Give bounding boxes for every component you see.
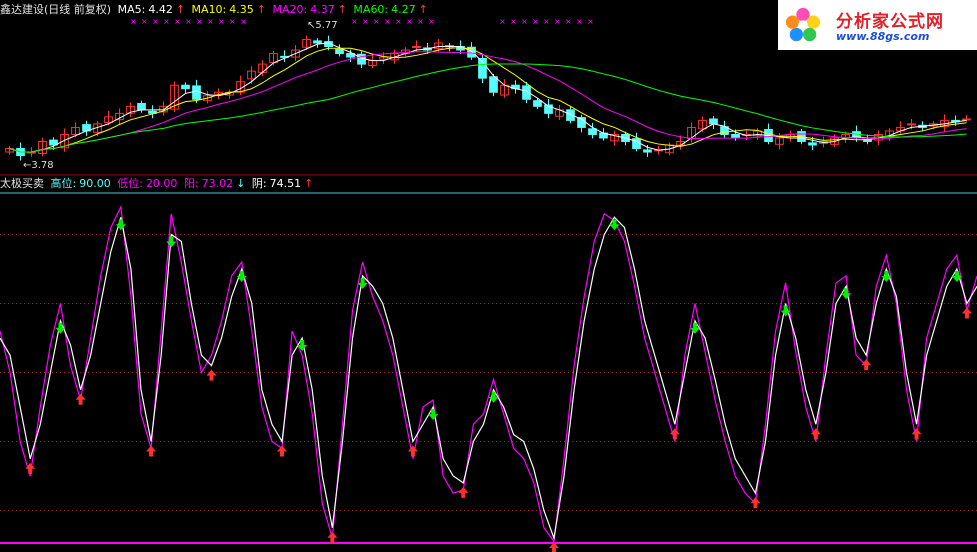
signal-marker: ×	[395, 17, 402, 26]
signal-marker: ×	[240, 17, 247, 26]
signal-marker: ×	[543, 17, 550, 26]
indicator-name: 太极买卖	[0, 177, 44, 190]
sell-arrow-icon	[297, 340, 308, 351]
candle-body	[335, 48, 344, 55]
buy-arrow-icon	[277, 445, 288, 457]
candle-body	[313, 40, 322, 44]
signal-marker: ×	[207, 17, 214, 26]
site-logo[interactable]: 分析家公式网 www.88gs.com	[778, 0, 977, 50]
signal-marker: ×	[362, 17, 369, 26]
sell-arrow-icon	[841, 288, 852, 300]
ma5-value: 4.42	[148, 3, 173, 16]
candle-body	[588, 128, 597, 135]
signal-marker: ×	[417, 17, 424, 26]
high-price-label: ↖5.77	[307, 20, 338, 31]
signal-marker: ×	[218, 17, 225, 26]
ma60-value: 4.27	[391, 3, 416, 16]
signal-marker: ×	[554, 17, 561, 26]
signal-marker: ×	[185, 17, 192, 26]
signal-marker: ×	[384, 17, 391, 26]
logo-title: 分析家公式网	[836, 12, 944, 32]
sell-arrow-icon	[166, 236, 177, 248]
ma20-value: 4.37	[310, 3, 335, 16]
price-header: 鑫达建设(日线 前复权) MA5: 4.42 ↑ MA10: 4.35 ↑ MA20: 4…	[0, 3, 431, 17]
flower-logo-icon	[785, 7, 821, 42]
candle-body	[181, 84, 190, 90]
low-value: 20.00	[145, 177, 178, 190]
ma10-trend-icon: ↑	[256, 3, 266, 16]
ma20-trend-icon: ↑	[337, 3, 347, 16]
buy-arrow-icon	[146, 445, 157, 457]
yang-value: 73.02	[201, 177, 234, 190]
signal-marker: ×	[229, 17, 236, 26]
signal-marker: ×	[499, 17, 506, 26]
low-price-label: ←3.78	[23, 160, 54, 171]
buy-arrow-icon	[407, 445, 418, 457]
ma60-trend-icon: ↑	[418, 3, 428, 16]
high-label: 高位:	[50, 177, 77, 190]
candle-body	[709, 118, 718, 125]
signal-marker: ×	[576, 17, 583, 26]
ma5-label: MA5:	[117, 3, 146, 16]
low-label: 低位:	[117, 177, 143, 190]
candle-body	[412, 46, 421, 49]
ma10-value: 4.35	[229, 3, 254, 16]
signal-marker: ×	[373, 17, 380, 26]
high-value: 90.00	[79, 177, 111, 190]
candle-body	[643, 149, 652, 153]
buy-arrow-icon	[327, 531, 338, 543]
stock-name: 鑫达建设(日线 前复权)	[0, 3, 112, 16]
yin-value: 74.51	[269, 177, 302, 190]
candle-body	[731, 133, 740, 139]
buy-arrow-icon	[861, 359, 872, 371]
signal-marker: ×	[130, 17, 137, 26]
signal-marker: ×	[163, 17, 170, 26]
signal-marker: ×	[406, 17, 413, 26]
sell-arrow-icon	[428, 409, 439, 420]
candle-body	[192, 85, 201, 100]
yin-trend-icon: ↑	[304, 177, 314, 190]
buy-arrow-icon	[458, 486, 469, 498]
signal-marker: ×	[428, 17, 435, 26]
ma60-line	[9, 63, 967, 153]
signal-marker: ×	[510, 17, 517, 26]
signal-marker: ×	[351, 17, 358, 26]
candle-body	[962, 118, 971, 121]
yang-trend-icon: ↓	[236, 177, 246, 190]
signal-marker: ×	[141, 17, 148, 26]
signal-marker: ×	[174, 17, 181, 26]
candle-body	[533, 100, 542, 107]
candle-body	[137, 102, 146, 111]
logo-url: www.88gs.com	[836, 30, 930, 43]
buy-arrow-icon	[911, 428, 922, 440]
ma5-trend-icon: ↑	[175, 3, 186, 16]
candle-body	[907, 123, 916, 126]
ma10-line	[9, 47, 967, 153]
chart-window: × × × × × × × × × × × × × × × × × × × × × × × × × × × × ↖5.77 ←3.78 鑫…	[0, 0, 977, 552]
candle-body	[808, 142, 817, 146]
yin-line	[0, 204, 977, 544]
signal-marker: ×	[521, 17, 528, 26]
signal-marker: ×	[196, 17, 203, 26]
yang-label: 阳:	[183, 177, 199, 190]
signal-marker: ×	[587, 17, 594, 26]
candle-body	[489, 76, 498, 93]
ma10-label: MA10:	[191, 3, 227, 16]
yin-label: 阴:	[251, 177, 267, 190]
indicator-header: 太极买卖 高位: 90.00 低位: 20.00 阳: 73.02 ↓ 阴: 74.51 ↑	[0, 177, 316, 191]
buy-arrow-icon	[75, 393, 86, 405]
chart-canvas[interactable]: × × × × × × × × × × × × × × × × × × × × × × × × × × × × ↖5.77 ←3.78	[0, 0, 977, 552]
buy-arrow-icon	[750, 497, 761, 509]
ma20-label: MA20:	[272, 3, 308, 16]
buy-arrow-icon	[961, 307, 972, 319]
signal-marker: ×	[532, 17, 539, 26]
ma60-label: MA60:	[353, 3, 389, 16]
signal-marker: ×	[565, 17, 572, 26]
signal-marker: ×	[152, 17, 159, 26]
buy-arrow-icon	[206, 369, 217, 381]
yang-line	[0, 216, 977, 541]
ma20-line	[9, 51, 967, 153]
candle-body	[566, 109, 575, 121]
